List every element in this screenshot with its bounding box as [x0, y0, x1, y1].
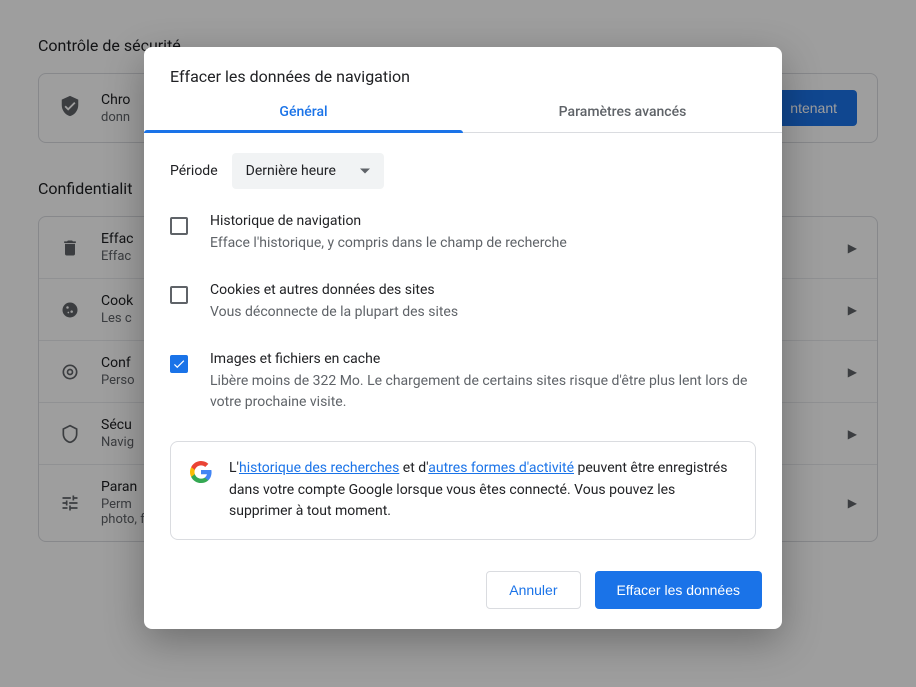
checkbox-row-history[interactable]: Historique de navigation Efface l'histor…: [170, 213, 756, 254]
checkbox-row-cookies[interactable]: Cookies et autres données des sites Vous…: [170, 282, 756, 323]
dialog-tabs: Général Paramètres avancés: [144, 104, 782, 133]
clear-data-button[interactable]: Effacer les données: [595, 571, 763, 609]
checkbox-history[interactable]: [170, 217, 188, 235]
google-logo-icon: [189, 460, 213, 484]
google-account-info-text: L'historique des recherches et d'autres …: [229, 458, 737, 523]
tab-general[interactable]: Général: [144, 104, 463, 132]
tab-advanced[interactable]: Paramètres avancés: [463, 104, 782, 132]
checkbox-cache[interactable]: [170, 355, 188, 373]
checkbox-row-cache[interactable]: Images et fichiers en cache Libère moins…: [170, 351, 756, 413]
dialog-body: Période Dernière heure Historique de nav…: [144, 133, 782, 555]
clear-browsing-data-dialog: Effacer les données de navigation Généra…: [144, 47, 782, 629]
dialog-footer: Annuler Effacer les données: [144, 555, 782, 629]
google-account-info: L'historique des recherches et d'autres …: [170, 441, 756, 540]
other-activity-link[interactable]: autres formes d'activité: [428, 460, 574, 476]
checkbox-cookies[interactable]: [170, 286, 188, 304]
period-select[interactable]: Dernière heure: [232, 153, 384, 189]
dialog-title: Effacer les données de navigation: [144, 47, 782, 104]
search-history-link[interactable]: historique des recherches: [239, 460, 399, 476]
cancel-button[interactable]: Annuler: [486, 571, 580, 609]
period-label: Période: [170, 163, 218, 179]
